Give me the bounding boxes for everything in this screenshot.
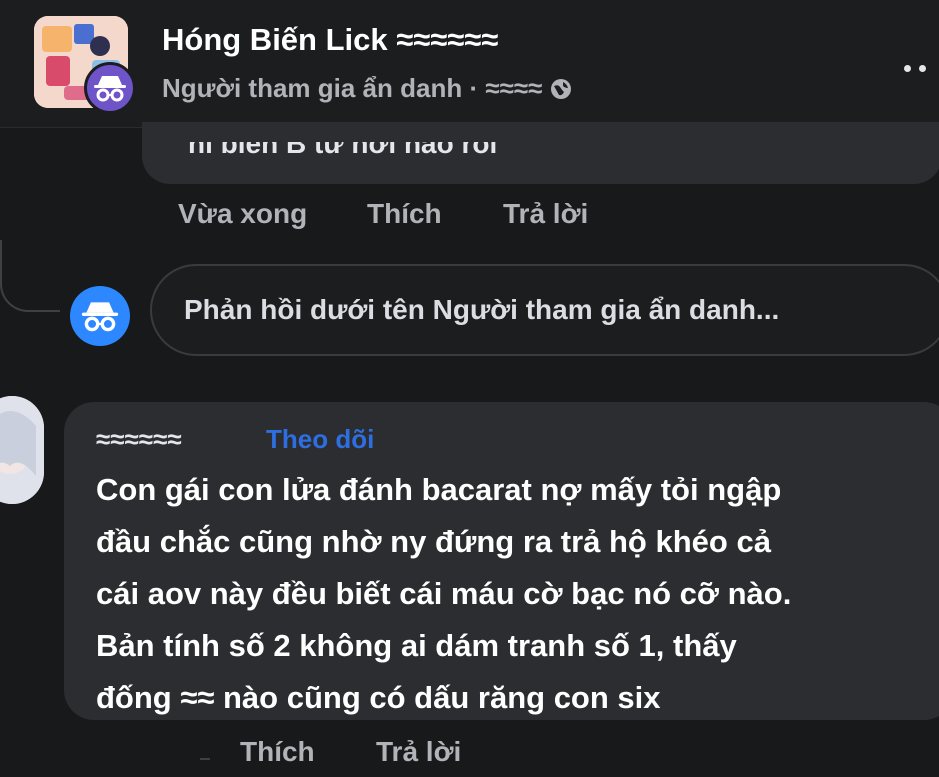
commenter-avatar-image <box>0 396 44 504</box>
more-options-icon[interactable] <box>904 58 939 78</box>
globe-icon <box>551 78 572 99</box>
thread-line <box>0 240 60 312</box>
commenter-avatar[interactable] <box>0 396 44 504</box>
post-meta: Người tham gia ẩn danh · ≈≈≈≈ <box>162 73 572 104</box>
comment-line: đống ≈≈ nào cũng có dấu răng con six <box>96 680 661 715</box>
post-header: Hóng Biến Lick ≈≈≈≈≈≈ Người tham gia ẩn … <box>0 0 939 128</box>
incognito-icon <box>84 62 136 114</box>
author-avatar-group[interactable] <box>34 16 136 114</box>
comment-line: cái aov này đều biết cái máu cờ bạc nó c… <box>96 576 792 611</box>
follow-button[interactable]: Theo dõi <box>266 424 374 455</box>
incognito-icon <box>70 286 130 346</box>
post-meta-text: Người tham gia ẩn danh · ≈≈≈≈ <box>162 73 543 103</box>
previous-comment-like-button[interactable]: Thích <box>367 198 442 230</box>
previous-comment-time: Vừa xong <box>178 198 308 229</box>
previous-comment-bubble: hi biến B từ nơi nào rồi <box>142 122 939 184</box>
comment-line: Con gái con lửa đánh bacarat nợ mấy tỏi … <box>96 472 782 507</box>
comment-line: Bản tính số 2 không ai dám tranh số 1, t… <box>96 628 737 663</box>
post-author-name[interactable]: Hóng Biến Lick ≈≈≈≈≈≈ <box>162 22 498 58</box>
comment-like-button[interactable]: Thích <box>240 736 315 768</box>
thread-line <box>200 758 210 760</box>
commenter-name[interactable]: ≈≈≈≈≈≈ <box>96 424 182 455</box>
previous-comment-reply-button[interactable]: Trả lời <box>503 198 588 230</box>
comment-text: Con gái con lửa đánh bacarat nợ mấy tỏi … <box>96 464 936 724</box>
comment-line: đầu chắc cũng nhờ ny đứng ra trả hộ khéo… <box>96 524 771 559</box>
reply-input[interactable] <box>150 264 939 356</box>
comment-reply-button[interactable]: Trả lời <box>376 736 461 768</box>
previous-comment-text: hi biến B từ nơi nào rồi <box>188 128 498 159</box>
